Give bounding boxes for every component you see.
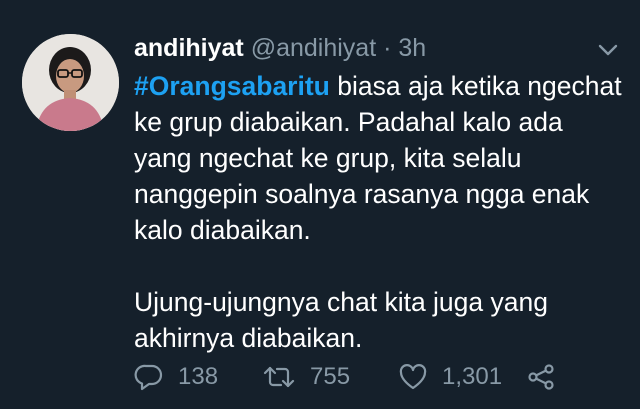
tweet-paragraph-2: Ujung-ujungnya chat kita juga yang akhir… (134, 287, 548, 353)
heart-icon (398, 362, 428, 392)
tweet-header: andihiyat @andihiyat · 3h (134, 33, 426, 63)
separator-dot: · (383, 34, 392, 62)
retweet-count: 755 (310, 363, 351, 390)
tweet[interactable]: andihiyat @andihiyat · 3h #Orangsabaritu… (0, 0, 640, 409)
tweet-actions: 138 755 1,301 (134, 360, 594, 394)
display-name[interactable]: andihiyat (134, 34, 244, 62)
tweet-text: #Orangsabaritu biasa aja ketika ngechat … (134, 68, 624, 356)
retweet-icon (262, 362, 296, 392)
user-handle[interactable]: @andihiyat (251, 34, 376, 62)
hashtag-link[interactable]: #Orangsabaritu (134, 71, 330, 101)
share-icon (526, 362, 556, 392)
retweet-button[interactable]: 755 (262, 360, 350, 394)
reply-button[interactable]: 138 (134, 360, 218, 394)
avatar-photo (22, 34, 119, 131)
reply-count: 138 (178, 363, 219, 390)
chevron-down-icon[interactable] (596, 42, 620, 58)
like-count: 1,301 (442, 363, 503, 390)
like-button[interactable]: 1,301 (398, 360, 502, 394)
share-button[interactable] (526, 360, 556, 394)
timestamp[interactable]: 3h (398, 34, 426, 62)
avatar[interactable] (22, 34, 119, 131)
reply-icon (134, 362, 164, 392)
tweet-paragraph: #Orangsabaritu biasa aja ketika ngechat … (134, 68, 624, 248)
